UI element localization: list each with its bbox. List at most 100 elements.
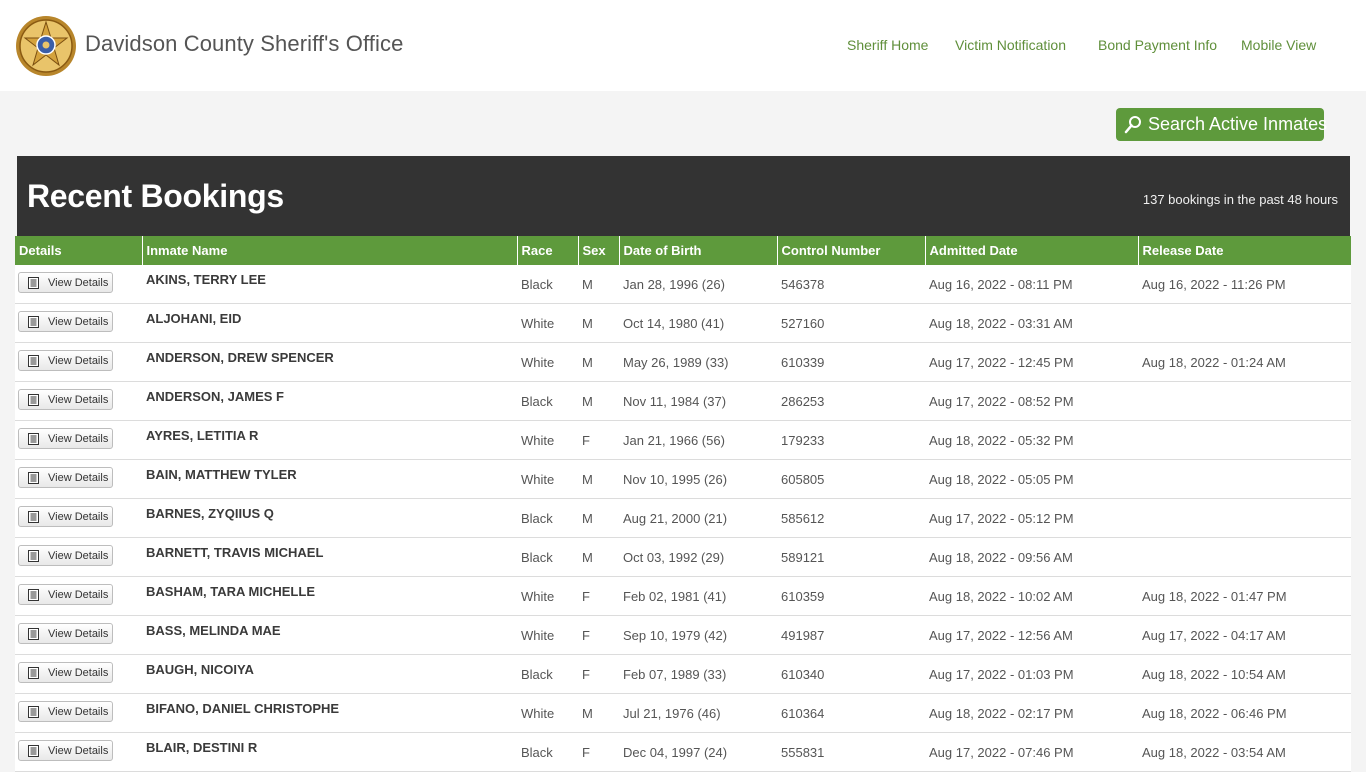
control-number-cell: 527160 [777,303,925,343]
sheriff-star-badge-icon[interactable] [15,15,77,77]
view-details-button[interactable]: View Details [18,467,113,488]
dob-cell: Feb 07, 1989 (33) [619,654,777,694]
inmate-name: BAIN, MATTHEW TYLER [142,459,517,499]
admitted-date-cell: Aug 17, 2022 - 12:45 PM [925,342,1138,382]
document-icon [28,550,39,562]
dob-cell: Oct 14, 1980 (41) [619,303,777,343]
details-cell: View Details [15,732,142,772]
table-row: View Details AKINS, TERRY LEE Black M Ja… [15,265,1351,304]
details-cell: View Details [15,498,142,538]
view-details-button[interactable]: View Details [18,428,113,449]
document-icon [28,394,39,406]
table-row: View Details ANDERSON, JAMES F Black M N… [15,381,1351,421]
race-cell: Black [517,537,578,577]
nav-sheriff-home[interactable]: Sheriff Home [847,37,928,53]
column-header-race[interactable]: Race [516,236,578,265]
admitted-date-cell: Aug 17, 2022 - 05:12 PM [925,498,1138,538]
recent-bookings-banner: Recent Bookings 137 bookings in the past… [17,156,1350,236]
release-date-cell: Aug 17, 2022 - 04:17 AM [1138,615,1351,655]
release-date-cell: Aug 18, 2022 - 06:46 PM [1138,693,1351,733]
view-details-label: View Details [48,589,109,601]
document-icon [28,628,39,640]
table-row: View Details BLAIR, DESTINI R Black F De… [15,732,1351,772]
race-cell: White [517,576,578,616]
view-details-label: View Details [48,472,109,484]
inmate-name: BARNETT, TRAVIS MICHAEL [142,537,517,577]
sex-cell: M [578,303,619,343]
race-cell: White [517,615,578,655]
document-icon [28,316,39,328]
view-details-button[interactable]: View Details [18,389,113,410]
details-cell: View Details [15,693,142,733]
column-header-sex[interactable]: Sex [577,236,619,265]
view-details-button[interactable]: View Details [18,584,113,605]
dob-cell: Nov 10, 1995 (26) [619,459,777,499]
column-header-release-date[interactable]: Release Date [1137,236,1351,265]
view-details-button[interactable]: View Details [18,272,113,293]
control-number-cell: 610364 [777,693,925,733]
search-active-inmates-button[interactable]: Search Active Inmates [1116,108,1327,141]
sex-cell: M [578,381,619,421]
site-title[interactable]: Davidson County Sheriff's Office [85,31,403,57]
view-details-label: View Details [48,433,109,445]
view-details-button[interactable]: View Details [18,623,113,644]
race-cell: White [517,693,578,733]
sex-cell: M [578,459,619,499]
admitted-date-cell: Aug 18, 2022 - 03:31 AM [925,303,1138,343]
race-cell: White [517,420,578,460]
control-number-cell: 610340 [777,654,925,694]
dob-cell: Jan 21, 1966 (56) [619,420,777,460]
column-header-date-of-birth[interactable]: Date of Birth [618,236,777,265]
view-details-button[interactable]: View Details [18,311,113,332]
details-cell: View Details [15,420,142,460]
view-details-button[interactable]: View Details [18,662,113,683]
view-details-label: View Details [48,706,109,718]
view-details-button[interactable]: View Details [18,545,113,566]
column-header-inmate-name[interactable]: Inmate Name [141,236,517,265]
dob-cell: Sep 10, 1979 (42) [619,615,777,655]
sex-cell: F [578,654,619,694]
dob-cell: Jul 21, 1976 (46) [619,693,777,733]
view-details-label: View Details [48,511,109,523]
view-details-label: View Details [48,667,109,679]
document-icon [28,667,39,679]
document-icon [28,472,39,484]
dob-cell: Nov 11, 1984 (37) [619,381,777,421]
dob-cell: Oct 03, 1992 (29) [619,537,777,577]
sex-cell: M [578,537,619,577]
inmate-name: AKINS, TERRY LEE [142,265,517,304]
view-details-button[interactable]: View Details [18,506,113,527]
sex-cell: M [578,265,619,304]
nav-victim-notification[interactable]: Victim Notification [955,37,1066,53]
column-header-admitted-date[interactable]: Admitted Date [924,236,1138,265]
dob-cell: Jan 28, 1996 (26) [619,265,777,304]
table-header-row: Details Inmate Name Race Sex Date of Bir… [15,236,1351,265]
document-icon [28,277,39,289]
column-header-details[interactable]: Details [15,236,142,265]
release-date-cell: Aug 18, 2022 - 01:24 AM [1138,342,1351,382]
sex-cell: F [578,615,619,655]
table-row: View Details BASHAM, TARA MICHELLE White… [15,576,1351,616]
inmate-name: ANDERSON, DREW SPENCER [142,342,517,382]
release-date-cell [1138,498,1351,538]
sex-cell: F [578,420,619,460]
document-icon [28,433,39,445]
inmate-name: BARNES, ZYQIIUS Q [142,498,517,538]
view-details-button[interactable]: View Details [18,740,113,761]
dob-cell: Aug 21, 2000 (21) [619,498,777,538]
column-header-control-number[interactable]: Control Number [776,236,925,265]
view-details-button[interactable]: View Details [18,701,113,722]
table-row: View Details ANDERSON, DREW SPENCER Whit… [15,342,1351,382]
nav-mobile-view[interactable]: Mobile View [1241,37,1316,53]
details-cell: View Details [15,381,142,421]
control-number-cell: 491987 [777,615,925,655]
details-cell: View Details [15,537,142,577]
release-date-cell [1138,303,1351,343]
details-cell: View Details [15,654,142,694]
table-row: View Details BAUGH, NICOIYA Black F Feb … [15,654,1351,694]
nav-bond-payment-info[interactable]: Bond Payment Info [1098,37,1217,53]
view-details-button[interactable]: View Details [18,350,113,371]
bookings-table: Details Inmate Name Race Sex Date of Bir… [15,236,1351,772]
page-title: Recent Bookings [27,178,284,214]
admitted-date-cell: Aug 18, 2022 - 05:32 PM [925,420,1138,460]
